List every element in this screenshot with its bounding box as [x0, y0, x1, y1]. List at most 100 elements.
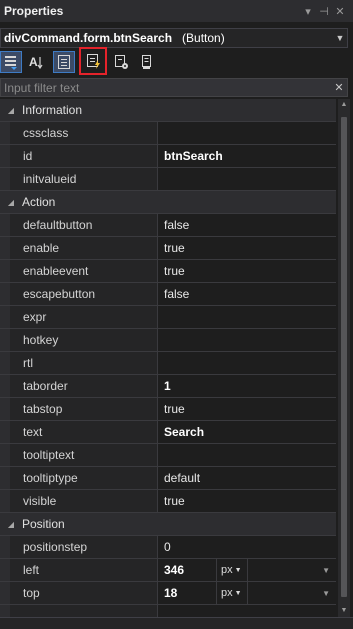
property-value[interactable]: true: [158, 490, 336, 512]
collapse-triangle-icon[interactable]: ◢: [0, 106, 22, 115]
extra-properties-button[interactable]: [135, 51, 157, 73]
filter-box: ✕: [0, 78, 348, 97]
property-value[interactable]: Search: [158, 421, 336, 443]
alphabetical-sort-icon: A: [29, 55, 43, 70]
property-name: rtl: [10, 352, 158, 374]
object-selector[interactable]: divCommand.form.btnSearch (Button) ▼: [0, 28, 348, 48]
collapse-triangle-icon[interactable]: ◢: [0, 520, 22, 529]
properties-view-button[interactable]: [53, 51, 75, 73]
row-gutter: [0, 605, 10, 617]
category-action[interactable]: ◢ Action: [0, 191, 336, 214]
row-gutter: [0, 237, 10, 259]
property-row-defaultbutton[interactable]: defaultbutton false: [0, 214, 336, 237]
property-value[interactable]: btnSearch: [158, 145, 336, 167]
property-name: visible: [10, 490, 158, 512]
extra-dropdown[interactable]: ▼: [248, 582, 336, 604]
property-value[interactable]: 1: [158, 375, 336, 397]
unit-label: px: [221, 564, 233, 576]
property-name: left: [10, 559, 158, 581]
row-gutter: [0, 352, 10, 374]
property-value[interactable]: [158, 306, 336, 328]
property-value[interactable]: [158, 168, 336, 190]
property-name: top: [10, 582, 158, 604]
property-value-cell: 18 px ▼ ▼: [158, 582, 336, 604]
property-value[interactable]: [158, 122, 336, 144]
panel-controls: ▾ ⊣ ✕: [303, 5, 353, 18]
chevron-down-icon[interactable]: ▼: [333, 33, 347, 43]
events-view-button[interactable]: [79, 47, 107, 75]
custom-properties-button[interactable]: [110, 51, 132, 73]
clear-filter-icon[interactable]: ✕: [331, 81, 347, 94]
property-row-rtl[interactable]: rtl: [0, 352, 336, 375]
property-row-tabstop[interactable]: tabstop true: [0, 398, 336, 421]
chevron-down-icon: ▼: [322, 565, 330, 575]
events-icon: [87, 54, 100, 69]
property-row-partial[interactable]: [0, 605, 336, 617]
property-row-expr[interactable]: expr: [0, 306, 336, 329]
property-row-hotkey[interactable]: hotkey: [0, 329, 336, 352]
property-value[interactable]: default: [158, 467, 336, 489]
vertical-scrollbar[interactable]: ▲ ▼: [338, 99, 350, 617]
document-icon: [142, 55, 151, 69]
property-name: cssclass: [10, 122, 158, 144]
selected-object-type: (Button): [182, 31, 225, 45]
chevron-down-icon: ▼: [322, 588, 330, 598]
category-name: Action: [22, 195, 56, 209]
top-value[interactable]: 18: [164, 586, 216, 600]
scroll-thumb[interactable]: [341, 117, 347, 597]
property-value[interactable]: true: [158, 260, 336, 282]
unit-dropdown[interactable]: px ▼: [216, 559, 248, 581]
categorized-view-button[interactable]: [0, 51, 22, 73]
panel-titlebar: Properties ▾ ⊣ ✕: [0, 0, 353, 22]
property-name: [10, 605, 158, 617]
alphabetical-view-button[interactable]: A: [26, 51, 48, 73]
row-gutter: [0, 582, 10, 604]
property-value[interactable]: false: [158, 283, 336, 305]
category-information[interactable]: ◢ Information: [0, 99, 336, 122]
collapse-triangle-icon[interactable]: ◢: [0, 198, 22, 207]
property-value[interactable]: [158, 352, 336, 374]
row-gutter: [0, 421, 10, 443]
property-row-cssclass[interactable]: cssclass: [0, 122, 336, 145]
bottom-edge: [0, 617, 353, 629]
panel-menu-icon[interactable]: ▾: [303, 5, 313, 18]
property-value[interactable]: 0: [158, 536, 336, 558]
property-row-initvalueid[interactable]: initvalueid: [0, 168, 336, 191]
unit-label: px: [221, 587, 233, 599]
unit-dropdown[interactable]: px ▼: [216, 582, 248, 604]
property-value[interactable]: [158, 444, 336, 466]
pin-icon[interactable]: ⊣: [319, 5, 329, 18]
property-row-visible[interactable]: visible true: [0, 490, 336, 513]
property-value[interactable]: false: [158, 214, 336, 236]
close-icon[interactable]: ✕: [335, 5, 345, 18]
property-row-escapebutton[interactable]: escapebutton false: [0, 283, 336, 306]
property-row-positionstep[interactable]: positionstep 0: [0, 536, 336, 559]
category-position[interactable]: ◢ Position: [0, 513, 336, 536]
property-row-enable[interactable]: enable true: [0, 237, 336, 260]
property-name: tooltiptext: [10, 444, 158, 466]
filter-input[interactable]: [4, 80, 304, 95]
row-gutter: [0, 214, 10, 236]
property-value[interactable]: true: [158, 398, 336, 420]
scroll-down-icon[interactable]: ▼: [338, 605, 350, 617]
row-gutter: [0, 536, 10, 558]
row-gutter: [0, 260, 10, 282]
property-row-tooltiptype[interactable]: tooltiptype default: [0, 467, 336, 490]
property-row-text[interactable]: text Search: [0, 421, 336, 444]
row-gutter: [0, 168, 10, 190]
property-row-enableevent[interactable]: enableevent true: [0, 260, 336, 283]
left-value[interactable]: 346: [164, 563, 216, 577]
property-value[interactable]: [158, 329, 336, 351]
chevron-down-icon: ▼: [234, 589, 242, 597]
extra-dropdown[interactable]: ▼: [248, 559, 336, 581]
property-row-left[interactable]: left 346 px ▼ ▼: [0, 559, 336, 582]
property-value[interactable]: [158, 605, 336, 617]
property-row-taborder[interactable]: taborder 1: [0, 375, 336, 398]
property-row-top[interactable]: top 18 px ▼ ▼: [0, 582, 336, 605]
scroll-up-icon[interactable]: ▲: [338, 99, 350, 111]
property-row-tooltiptext[interactable]: tooltiptext: [0, 444, 336, 467]
property-name: escapebutton: [10, 283, 158, 305]
property-row-id[interactable]: id btnSearch: [0, 145, 336, 168]
property-value[interactable]: true: [158, 237, 336, 259]
row-gutter: [0, 375, 10, 397]
